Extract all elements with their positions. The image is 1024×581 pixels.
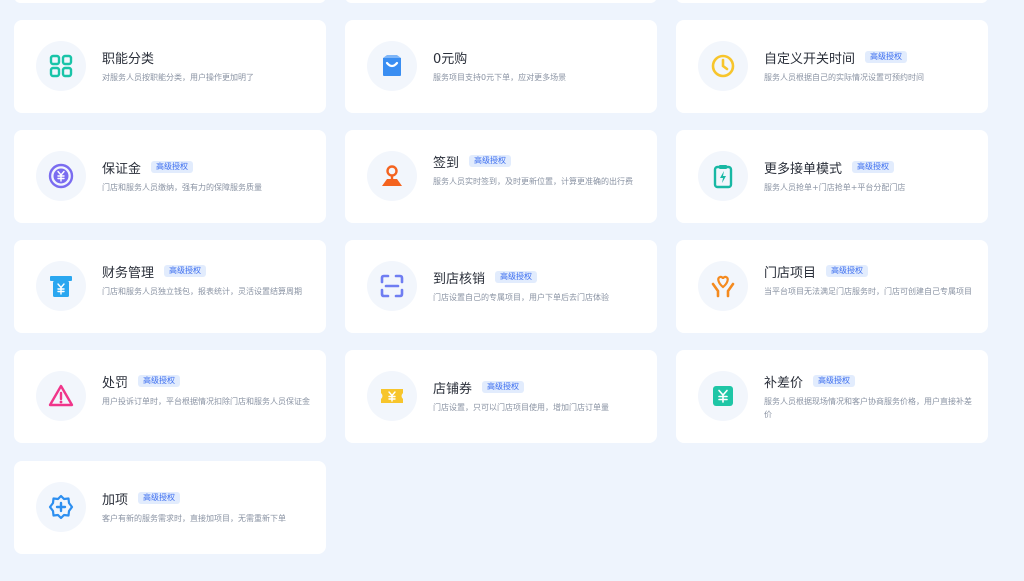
card-title: 保证金 bbox=[102, 161, 142, 177]
card-title: 到店核销 bbox=[433, 271, 486, 287]
card-description: 服务人员根据自己的实际情况设置可预约时间 bbox=[764, 73, 924, 82]
card-description: 服务人员抢单+门店抢单+平台分配门店 bbox=[764, 183, 906, 192]
location-pin-icon bbox=[367, 151, 417, 201]
feature-card-add-item[interactable]: 加项 高级授权 客户有新的服务需求时，直接加项目，无需重新下单 bbox=[14, 461, 326, 554]
yuan-coin-icon bbox=[36, 151, 86, 201]
card-title: 门店项目 bbox=[764, 265, 817, 281]
card-title: 加项 bbox=[102, 492, 129, 508]
feature-card-finance[interactable]: 财务管理 高级授权 门店和服务人员独立钱包，报表统计，灵活设置结算周期 bbox=[14, 240, 326, 333]
card-description: 门店设置，只可以门店项目使用，增加门店订单量 bbox=[433, 403, 609, 412]
add-badge-icon bbox=[36, 482, 86, 532]
card-title: 0元购 bbox=[433, 51, 468, 67]
feature-card-order-modes[interactable]: 更多接单模式 高级授权 服务人员抢单+门店抢单+平台分配门店 bbox=[676, 130, 988, 223]
grid-icon bbox=[36, 41, 86, 91]
feature-card-deposit[interactable]: 保证金 高级授权 门店和服务人员缴纳，强有力的保障服务质量 bbox=[14, 130, 326, 223]
scan-icon bbox=[367, 261, 417, 311]
premium-badge: 高级授权 bbox=[826, 265, 869, 277]
card-title: 处罚 bbox=[102, 375, 129, 391]
partial-card bbox=[14, 0, 326, 3]
card-description: 门店设置自己的专属项目，用户下单后去门店体验 bbox=[433, 293, 609, 302]
feature-card-price-difference[interactable]: 补差价 高级授权 服务人员根据现场情况和客户协商服务价格，用户直接补差价 bbox=[676, 350, 988, 443]
partial-card bbox=[345, 0, 657, 3]
premium-badge: 高级授权 bbox=[852, 161, 895, 173]
card-description: 服务项目支持0元下单，应对更多场景 bbox=[433, 73, 567, 82]
partial-card bbox=[676, 0, 988, 3]
heart-hands-icon bbox=[698, 261, 748, 311]
feature-card-store-items[interactable]: 门店项目 高级授权 当平台项目无法满足门店服务时，门店可创建自己专属项目 bbox=[676, 240, 988, 333]
premium-badge: 高级授权 bbox=[151, 161, 194, 173]
card-title: 店铺券 bbox=[433, 381, 473, 397]
premium-badge: 高级授权 bbox=[138, 492, 181, 504]
card-description: 客户有新的服务需求时，直接加项目，无需重新下单 bbox=[102, 514, 286, 523]
card-title: 补差价 bbox=[764, 375, 804, 391]
premium-badge: 高级授权 bbox=[495, 271, 538, 283]
premium-badge: 高级授权 bbox=[164, 265, 207, 277]
clipboard-bolt-icon bbox=[698, 151, 748, 201]
card-title: 财务管理 bbox=[102, 265, 155, 281]
card-title: 自定义开关时间 bbox=[764, 51, 856, 67]
card-description: 门店和服务人员缴纳，强有力的保障服务质量 bbox=[102, 183, 262, 192]
finance-icon bbox=[36, 261, 86, 311]
feature-card-store-coupon[interactable]: 店铺券 高级授权 门店设置，只可以门店项目使用，增加门店订单量 bbox=[345, 350, 657, 443]
premium-badge: 高级授权 bbox=[469, 155, 512, 167]
card-description: 服务人员实时签到，及时更新位置，计算更准确的出行费 bbox=[433, 177, 633, 186]
feature-card-role-category[interactable]: 职能分类 对服务人员按职能分类，用户操作更加明了 bbox=[14, 20, 326, 113]
card-description: 用户投诉订单时，平台根据情况扣除门店和服务人员保证金 bbox=[102, 397, 310, 406]
premium-badge: 高级授权 bbox=[138, 375, 181, 387]
premium-badge: 高级授权 bbox=[813, 375, 856, 387]
feature-card-custom-time[interactable]: 自定义开关时间 高级授权 服务人员根据自己的实际情况设置可预约时间 bbox=[676, 20, 988, 113]
feature-card-penalty[interactable]: 处罚 高级授权 用户投诉订单时，平台根据情况扣除门店和服务人员保证金 bbox=[14, 350, 326, 443]
coupon-icon bbox=[367, 371, 417, 421]
card-description: 对服务人员按职能分类，用户操作更加明了 bbox=[102, 73, 254, 82]
card-description: 当平台项目无法满足门店服务时，门店可创建自己专属项目 bbox=[764, 287, 972, 296]
card-description: 服务人员根据现场情况和客户协商服务价格，用户直接补差价 bbox=[764, 397, 972, 419]
card-description: 门店和服务人员独立钱包，报表统计，灵活设置结算周期 bbox=[102, 287, 302, 296]
clock-icon bbox=[698, 41, 748, 91]
shopping-bag-icon bbox=[367, 41, 417, 91]
warning-icon bbox=[36, 371, 86, 421]
feature-card-store-redeem[interactable]: 到店核销 高级授权 门店设置自己的专属项目，用户下单后去门店体验 bbox=[345, 240, 657, 333]
card-title: 签到 bbox=[433, 155, 460, 171]
feature-card-zero-purchase[interactable]: 0元购 服务项目支持0元下单，应对更多场景 bbox=[345, 20, 657, 113]
card-title: 更多接单模式 bbox=[764, 161, 843, 177]
yuan-ticket-icon bbox=[698, 371, 748, 421]
card-title: 职能分类 bbox=[102, 51, 155, 67]
feature-card-check-in[interactable]: 签到 高级授权 服务人员实时签到，及时更新位置，计算更准确的出行费 bbox=[345, 130, 657, 223]
premium-badge: 高级授权 bbox=[482, 381, 525, 393]
premium-badge: 高级授权 bbox=[865, 51, 908, 63]
